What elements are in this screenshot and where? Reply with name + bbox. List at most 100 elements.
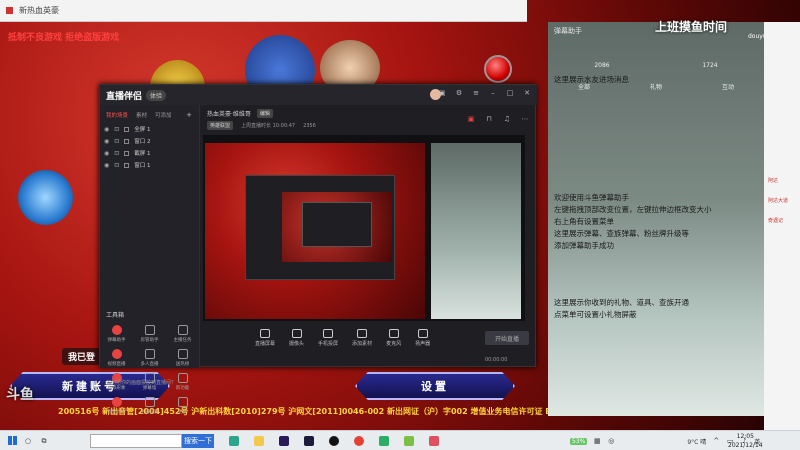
tray-icon[interactable]: ◎ — [607, 437, 615, 445]
add-icon[interactable]: + — [185, 111, 193, 119]
clock-date: 2021/12/14 — [728, 442, 763, 449]
desktop-shortcut[interactable]: 阿达大道 — [768, 197, 798, 204]
scene-panel: 我的场景 素材 可添加 + ◉ ⊡ 全屏 1 ◉ ⊡ 窗口 2 ◉ ⊡ 截屏 1 ◉ ⊡… — [100, 105, 200, 415]
tool-item[interactable]: 多人直播 — [133, 349, 166, 367]
app-icon[interactable] — [404, 435, 414, 446]
search-input[interactable] — [90, 433, 182, 448]
eye-icon[interactable]: ◉ — [104, 126, 109, 133]
help-hint[interactable]: 如何把你的画面投放到直播间？ — [106, 379, 176, 386]
chevron-up-icon[interactable]: ^ — [712, 437, 720, 445]
danmaku-assistant-panel: 弹幕助手 2086 1724 全部 礼物 互动 这里展示水友进场消息 欢迎使用斗… — [548, 22, 764, 416]
tool-item[interactable]: 主播任务 — [166, 325, 199, 343]
start-button[interactable] — [0, 431, 24, 450]
preview-nested-window — [245, 175, 395, 280]
version-badge[interactable]: 体验 — [146, 90, 167, 101]
maximize-icon[interactable]: □ — [506, 89, 514, 97]
qq-icon[interactable] — [329, 435, 339, 446]
scene-row[interactable]: ◉ ⊡ 截屏 1 — [100, 147, 199, 159]
go-live-button[interactable]: 开始直播 — [485, 331, 529, 345]
tool-item[interactable]: 房管助手 — [133, 325, 166, 343]
scene-row[interactable]: ◉ ⊡ 窗口 1 — [100, 159, 199, 171]
stream-preview[interactable] — [203, 135, 525, 321]
eye-icon[interactable]: ◉ — [104, 162, 109, 169]
checkbox[interactable] — [124, 126, 130, 132]
scene-row[interactable]: ◉ ⊡ 窗口 2 — [100, 135, 199, 147]
lock-icon[interactable]: ⊡ — [114, 126, 119, 133]
tool-item[interactable]: 主播设置 — [133, 397, 166, 415]
source-tool-icon — [357, 329, 368, 338]
bell-icon[interactable]: ♫ — [503, 115, 511, 123]
source-tool[interactable]: 麦克风 — [386, 329, 401, 347]
tool-label: 送热榜 — [175, 362, 190, 367]
lock-icon[interactable]: ⊡ — [114, 162, 119, 169]
chat-tab-interact[interactable]: 互动 — [722, 82, 734, 91]
game-login-status[interactable]: 我已登 — [62, 348, 102, 365]
premiere-icon[interactable] — [304, 435, 314, 446]
chat-line-entry: 这里展示水友进场消息 — [554, 75, 629, 84]
source-tool[interactable]: 直播屏幕 — [255, 329, 275, 347]
chat-tab-gift[interactable]: 礼物 — [650, 82, 662, 91]
wechat-icon[interactable] — [379, 435, 389, 446]
tab-addable[interactable]: 可添加 — [155, 111, 172, 119]
chat-line: 欢迎使用斗鱼弹幕助手 — [554, 193, 629, 202]
lock-icon[interactable]: ⊡ — [114, 150, 119, 157]
tool-icon — [144, 349, 155, 359]
tool-icon — [111, 325, 122, 335]
chat-panel-title: 弹幕助手 — [554, 27, 582, 35]
streamer-companion-window: 直播伴侣 体验 ▣ ⚙ ≡ – □ ✕ 我的场景 素材 可添加 + ◉ ⊡ 全屏 … — [99, 84, 537, 415]
streamer-titlebar: 直播伴侣 体验 ▣ ⚙ ≡ – □ ✕ — [100, 85, 537, 105]
chrome-icon[interactable] — [354, 435, 364, 446]
settings-button[interactable]: 设置 — [355, 372, 515, 400]
checkbox[interactable] — [124, 138, 130, 144]
lock-icon[interactable]: ⊡ — [114, 138, 119, 145]
battery-indicator[interactable]: 53% — [570, 437, 588, 445]
app-icon[interactable] — [429, 435, 439, 446]
streamer-main: 热血英豪·维维哥 编辑 英雄联盟 上周直播时长 10:00:47 2356 ▣ … — [201, 105, 537, 368]
checkbox[interactable] — [124, 162, 130, 168]
source-tool[interactable]: 手机投屏 — [318, 329, 338, 347]
eye-icon[interactable]: ◉ — [104, 138, 109, 145]
source-tool[interactable]: 摄像头 — [289, 329, 304, 347]
tool-item[interactable]: 视频直播 — [100, 349, 133, 367]
edge-icon[interactable] — [229, 435, 239, 446]
chat-line: 点菜单可设置小礼物屏蔽 — [554, 310, 637, 319]
tool-item[interactable]: 智能场控 — [100, 397, 133, 415]
clock[interactable]: 12:05 2021/12/14 — [728, 432, 763, 450]
scene-row[interactable]: ◉ ⊡ 全屏 1 — [100, 123, 199, 135]
room-category-tag[interactable]: 英雄联盟 — [207, 121, 234, 130]
menu-icon[interactable]: ≡ — [472, 89, 480, 97]
chat-line: 右上角有设置菜单 — [554, 217, 614, 226]
weather-indicator[interactable]: 9°C 晴 — [687, 437, 706, 446]
bag-icon[interactable]: ⊓ — [485, 115, 493, 123]
checkbox[interactable] — [124, 150, 130, 156]
tool-label: 视频直播 — [107, 362, 126, 367]
search-button[interactable]: 搜索一下 — [182, 433, 214, 448]
source-tool[interactable]: 添加素材 — [352, 329, 372, 347]
minimize-icon[interactable]: – — [489, 89, 497, 97]
room-count: 2356 — [303, 122, 316, 129]
desktop-shortcut[interactable]: 奇遇记 — [768, 217, 798, 224]
close-icon[interactable]: ✕ — [523, 89, 531, 97]
source-tool[interactable]: 扬声器 — [415, 329, 430, 347]
scene-name: 全屏 1 — [134, 127, 151, 133]
tray-icon[interactable]: ▦ — [593, 437, 601, 445]
desktop-strip: 阿达 阿达大道 奇遇记 — [764, 22, 800, 430]
tab-my-scenes[interactable]: 我的场景 — [106, 111, 128, 119]
tool-icon — [144, 325, 155, 335]
tool-item[interactable]: 送热榜 — [166, 349, 199, 367]
search-icon[interactable]: ○ — [24, 437, 32, 445]
tool-item[interactable]: 弹幕助手 — [100, 325, 133, 343]
more-icon[interactable]: ⋯ — [521, 115, 529, 123]
file-explorer-icon[interactable] — [254, 435, 264, 446]
tool-item[interactable]: 更多 — [166, 397, 199, 415]
edit-room-button[interactable]: 编辑 — [256, 109, 273, 118]
desktop-shortcut[interactable]: 阿达 — [768, 177, 798, 184]
gift-icon[interactable]: ▣ — [438, 89, 446, 97]
photoshop-icon[interactable] — [279, 435, 289, 446]
tab-materials[interactable]: 素材 — [136, 111, 147, 119]
share-icon[interactable]: ▣ — [467, 115, 475, 123]
room-meta-row: 英雄联盟 上周直播时长 10:00:47 2356 — [207, 121, 316, 130]
task-view-icon[interactable]: ⧉ — [40, 437, 48, 445]
eye-icon[interactable]: ◉ — [104, 150, 109, 157]
settings-icon[interactable]: ⚙ — [455, 89, 463, 97]
